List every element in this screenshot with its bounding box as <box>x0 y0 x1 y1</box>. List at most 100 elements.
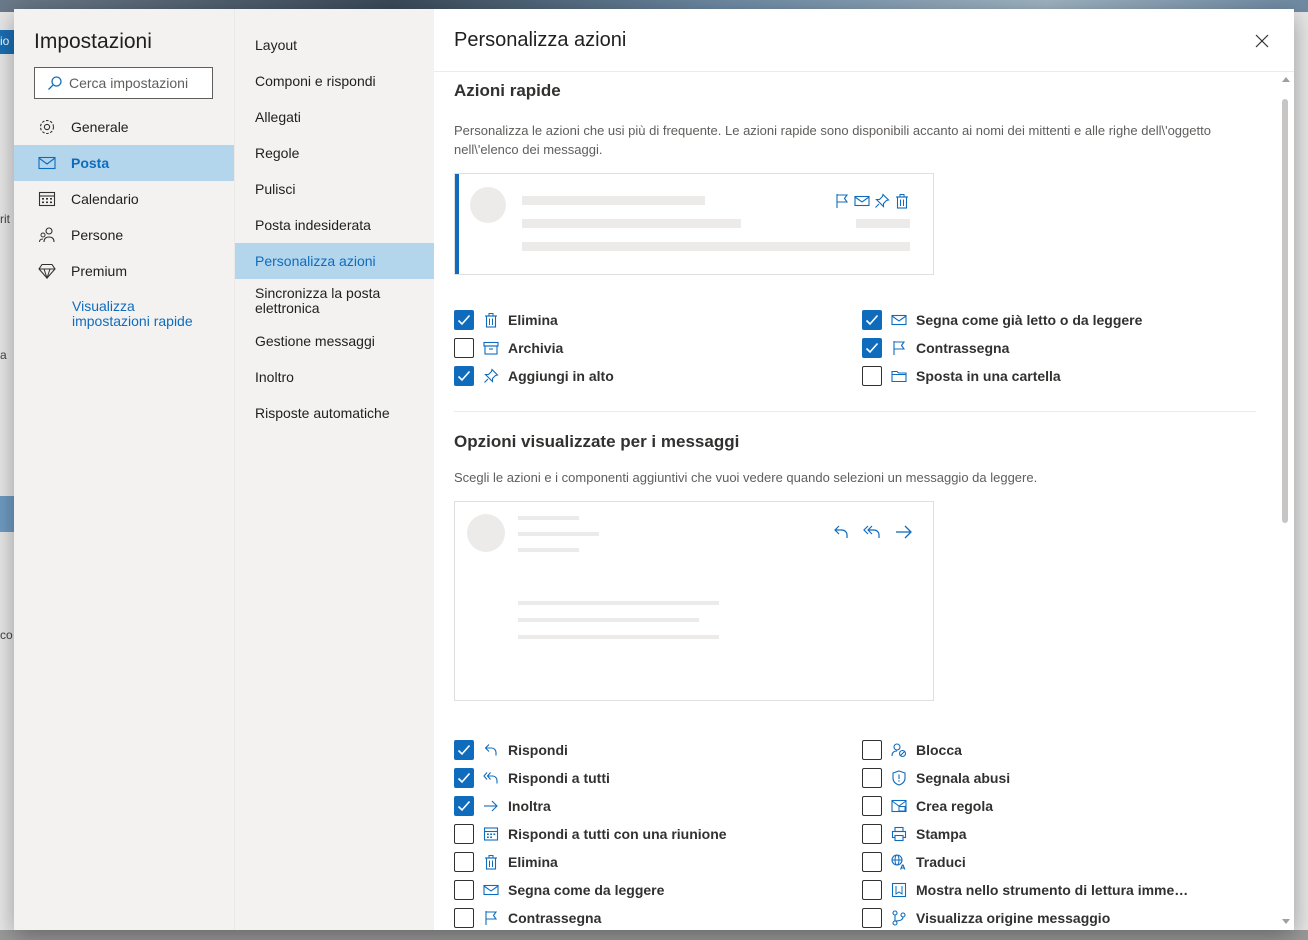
option-inoltra[interactable]: Inoltra <box>454 795 862 817</box>
background-text: co <box>0 628 13 642</box>
checkbox-checked[interactable] <box>862 310 882 330</box>
settings-dialog: Impostazioni Cerca impostazioni Generale… <box>14 9 1294 930</box>
quick-actions-options: Elimina Segna come già letto o da legger… <box>454 309 1294 387</box>
mail-nav-item-sweep[interactable]: Pulisci <box>235 171 434 207</box>
scroll-down-arrow[interactable] <box>1282 919 1290 924</box>
nav-item-generale[interactable]: Generale <box>14 109 234 145</box>
settings-nav: Impostazioni Cerca impostazioni Generale… <box>14 9 234 930</box>
quick-settings-link[interactable]: Visualizza impostazioni rapide <box>14 299 214 329</box>
mail-nav-item-junk[interactable]: Posta indesiderata <box>235 207 434 243</box>
option-elimina-messaggio[interactable]: Elimina <box>454 851 862 873</box>
option-origine-messaggio[interactable]: Visualizza origine messaggio <box>862 907 1262 929</box>
checkbox-checked[interactable] <box>454 740 474 760</box>
option-label: Segna come già letto o da leggere <box>916 312 1143 328</box>
settings-content: Azioni rapide Personalizza le azioni che… <box>434 73 1294 930</box>
option-segna-da-leggere[interactable]: Segna come da leggere <box>454 879 862 901</box>
option-aggiungi-in-alto[interactable]: Aggiungi in alto <box>454 365 862 387</box>
checkbox-unchecked[interactable] <box>862 768 882 788</box>
mail-icon <box>891 312 907 328</box>
page-title: Personalizza azioni <box>454 28 627 51</box>
checkbox-unchecked[interactable] <box>454 852 474 872</box>
nav-item-persone[interactable]: Persone <box>14 217 234 253</box>
mail-nav-item-compose[interactable]: Componi e rispondi <box>235 63 434 99</box>
nav-item-posta[interactable]: Posta <box>14 145 234 181</box>
translate-icon: A <box>891 854 907 870</box>
option-segna-letto[interactable]: Segna come già letto o da leggere <box>862 309 1262 331</box>
mail-nav-item-message-handling[interactable]: Gestione messaggi <box>235 323 434 359</box>
option-rispondi-a-tutti[interactable]: Rispondi a tutti <box>454 767 862 789</box>
mail-nav-item-forwarding[interactable]: Inoltro <box>235 359 434 395</box>
option-rispondi-riunione[interactable]: Rispondi a tutti con una riunione <box>454 823 862 845</box>
mail-icon <box>483 882 499 898</box>
nav-item-premium[interactable]: Premium <box>14 253 234 289</box>
option-archivia[interactable]: Archivia <box>454 337 862 359</box>
option-label: Elimina <box>508 312 558 328</box>
settings-title: Impostazioni <box>34 30 152 53</box>
checkbox-unchecked[interactable] <box>454 824 474 844</box>
mail-icon <box>854 195 870 207</box>
checkbox-checked[interactable] <box>454 310 474 330</box>
option-label: Rispondi <box>508 742 568 758</box>
checkbox-unchecked[interactable] <box>862 796 882 816</box>
checkbox-checked[interactable] <box>454 768 474 788</box>
quick-actions-description: Personalizza le azioni che usi più di fr… <box>454 123 1211 157</box>
calendar-icon <box>483 826 499 842</box>
option-elimina[interactable]: Elimina <box>454 309 862 331</box>
option-immersive-reader[interactable]: Mostra nello strumento di lettura imme… <box>862 879 1262 901</box>
checkbox-unchecked[interactable] <box>862 908 882 928</box>
checkbox-checked[interactable] <box>862 338 882 358</box>
svg-text:A: A <box>900 864 906 871</box>
mail-nav-item-rules[interactable]: Regole <box>235 135 434 171</box>
checkbox-unchecked[interactable] <box>862 740 882 760</box>
vertical-scrollbar[interactable] <box>1278 73 1294 930</box>
option-label: Traduci <box>916 854 966 870</box>
close-button[interactable] <box>1250 29 1274 53</box>
checkbox-unchecked[interactable] <box>862 880 882 900</box>
flag-icon <box>836 194 849 208</box>
search-icon <box>48 76 62 90</box>
option-crea-regola[interactable]: Crea regola <box>862 795 1262 817</box>
scroll-up-arrow[interactable] <box>1282 77 1290 82</box>
nav-item-label: Premium <box>71 263 128 279</box>
option-label: Inoltra <box>508 798 551 814</box>
checkbox-unchecked[interactable] <box>862 852 882 872</box>
message-options-list: Rispondi Blocca Rispondi a tutti Segnala… <box>454 739 1294 929</box>
option-label: Segna come da leggere <box>508 882 665 898</box>
message-options-description: Scegli le azioni e i componenti aggiunti… <box>454 470 1038 485</box>
option-contrassegna[interactable]: Contrassegna <box>862 337 1262 359</box>
option-blocca[interactable]: Blocca <box>862 739 1262 761</box>
checkbox-checked[interactable] <box>454 366 474 386</box>
nav-item-calendario[interactable]: Calendario <box>14 181 234 217</box>
checkbox-unchecked[interactable] <box>862 824 882 844</box>
search-input[interactable]: Cerca impostazioni <box>34 67 213 99</box>
mail-nav-item-attachments[interactable]: Allegati <box>235 99 434 135</box>
preview-line <box>522 196 705 205</box>
option-rispondi[interactable]: Rispondi <box>454 739 862 761</box>
checkbox-unchecked[interactable] <box>454 880 474 900</box>
option-sposta-cartella[interactable]: Sposta in una cartella <box>862 365 1262 387</box>
checkbox-unchecked[interactable] <box>454 908 474 928</box>
preview-line <box>518 532 599 536</box>
shield-icon <box>891 770 907 786</box>
nav-item-label: Generale <box>71 119 129 135</box>
gear-icon <box>38 118 56 136</box>
option-contrassegna-messaggio[interactable]: Contrassegna <box>454 907 862 929</box>
option-stampa[interactable]: Stampa <box>862 823 1262 845</box>
pin-icon <box>875 193 890 208</box>
mail-nav-item-customize-actions[interactable]: Personalizza azioni <box>235 243 434 279</box>
scrollbar-thumb[interactable] <box>1282 99 1288 523</box>
checkbox-unchecked[interactable] <box>862 366 882 386</box>
mail-nav-item-auto-replies[interactable]: Risposte automatiche <box>235 395 434 431</box>
quick-actions-preview <box>454 173 934 275</box>
option-segnala-abusi[interactable]: Segnala abusi <box>862 767 1262 789</box>
mail-nav-item-sync[interactable]: Sincronizza la posta elettronica <box>235 279 434 323</box>
checkbox-checked[interactable] <box>454 796 474 816</box>
quick-actions-title: Azioni rapide <box>454 81 561 100</box>
archive-icon <box>483 340 499 356</box>
option-label: Crea regola <box>916 798 994 814</box>
main-panel: Personalizza azioni Azioni rapide Person… <box>434 9 1294 930</box>
option-traduci[interactable]: A Traduci <box>862 851 1262 873</box>
option-label: Visualizza origine messaggio <box>916 910 1111 926</box>
checkbox-unchecked[interactable] <box>454 338 474 358</box>
mail-nav-item-layout[interactable]: Layout <box>235 27 434 63</box>
